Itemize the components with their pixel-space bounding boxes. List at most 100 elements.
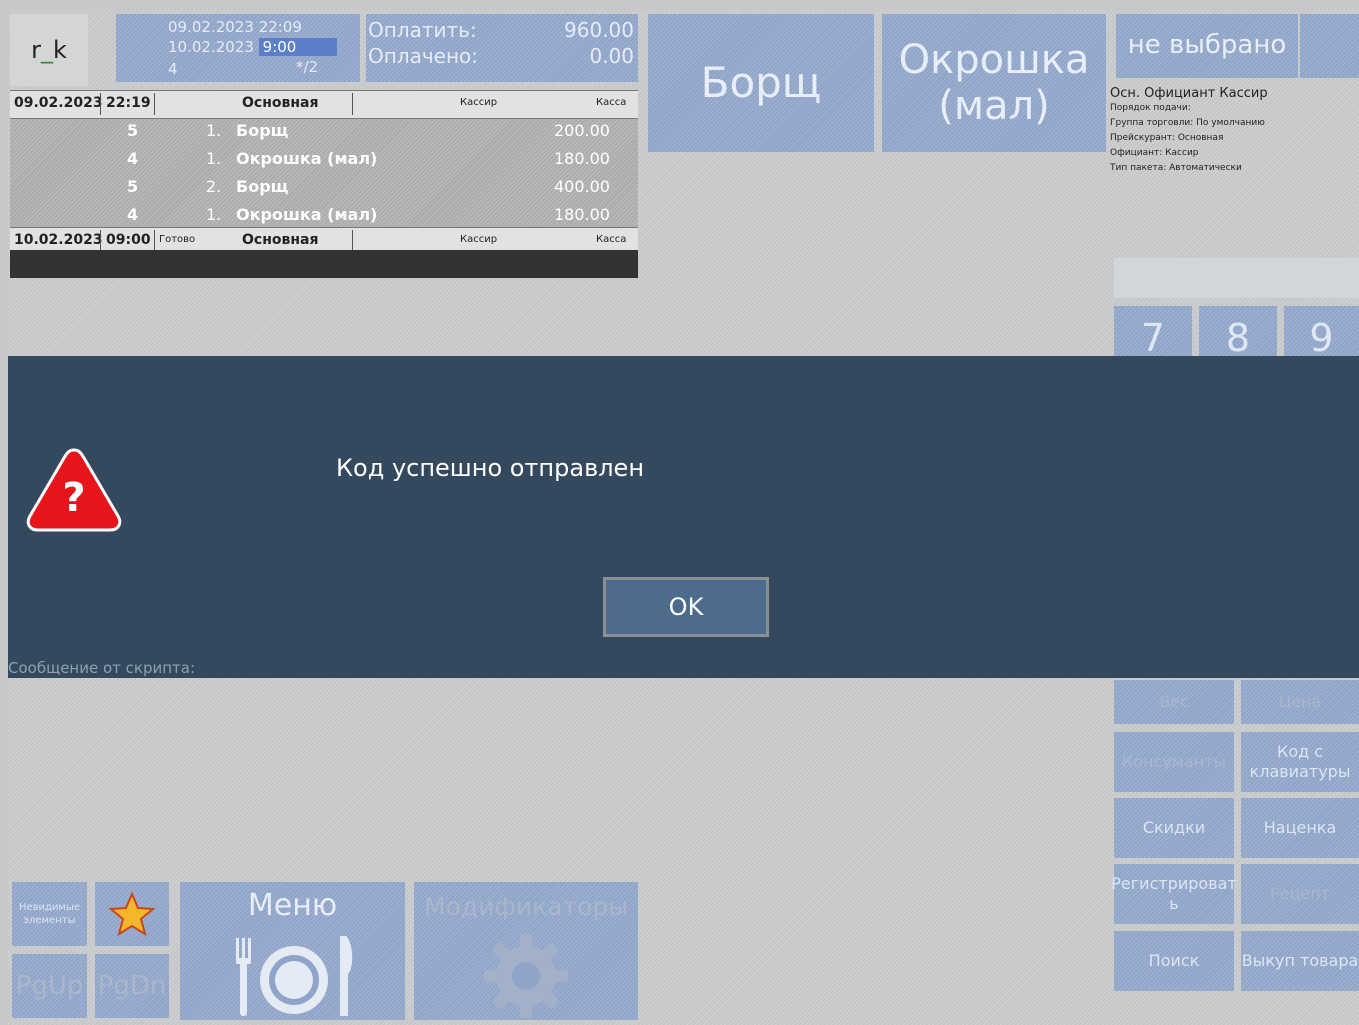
pay-label: Оплатить: xyxy=(368,18,477,42)
button-label-line2: клавиатуры xyxy=(1249,762,1351,781)
item-qty: 1. xyxy=(206,121,222,140)
session-status: Готово xyxy=(159,234,196,245)
item-price: 180.00 xyxy=(554,149,610,168)
button-label: Меню xyxy=(247,888,338,923)
button-label-line1: Невидимые xyxy=(18,902,81,913)
dialog-message: Код успешно отправлен xyxy=(336,454,645,482)
discounts-button[interactable]: Скидки xyxy=(1114,798,1234,858)
info-line: Группа торговли: По умолчанию xyxy=(1110,118,1265,128)
session-menu: Основная xyxy=(242,232,319,248)
order-session-header[interactable]: 09.02.2023 22:19 Основная Кассир Касса xyxy=(10,90,638,119)
star-icon xyxy=(109,891,155,937)
button-label: Рецепт xyxy=(1269,884,1330,903)
weight-button[interactable]: Вес xyxy=(1114,680,1234,724)
price-button[interactable]: Цена xyxy=(1241,680,1359,724)
session-time: 09:00 xyxy=(106,232,151,248)
item-name: Борщ xyxy=(236,177,289,196)
page-down-button[interactable]: PgDn xyxy=(95,954,169,1018)
session-station: Касса xyxy=(596,234,627,245)
item-name: Окрошка (мал) xyxy=(236,149,378,168)
button-label: Консуманты xyxy=(1121,752,1227,771)
order-serve-date-text: 10.02.2023 xyxy=(168,38,259,56)
order-datetime-panel[interactable]: 09.02.2023 22:09 10.02.2023 9:00 4 */2 xyxy=(116,14,360,82)
info-line: Тип пакета: Автоматически xyxy=(1110,163,1242,173)
info-line: Прейскурант: Основная xyxy=(1110,133,1224,143)
table-row[interactable]: 4 1. Окрошка (мал) 180.00 xyxy=(10,201,638,228)
warning-icon: ? xyxy=(24,444,124,534)
page-up-button[interactable]: PgUp xyxy=(12,954,87,1018)
session-time: 22:19 xyxy=(106,95,151,111)
item-name: Борщ xyxy=(236,121,289,140)
script-message-label: Сообщение от скрипта: xyxy=(8,659,196,677)
item-qty: 1. xyxy=(206,149,222,168)
modifiers-button[interactable]: Модификаторы xyxy=(414,882,638,1020)
selector-extra-button[interactable] xyxy=(1300,14,1359,78)
order-open-datetime: 09.02.2023 22:09 xyxy=(168,18,302,36)
dish-button-borsch[interactable]: Борщ xyxy=(648,14,874,152)
item-qty: 1. xyxy=(206,205,222,224)
favorites-button[interactable] xyxy=(95,882,169,946)
button-label: Невидимые элементы xyxy=(19,901,80,927)
item-code: 5 xyxy=(127,177,139,196)
info-line: Порядок подачи: xyxy=(1110,103,1191,113)
item-name: Окрошка (мал) xyxy=(236,205,378,224)
selector-label: не выбрано xyxy=(1127,30,1287,61)
dish-label: Борщ xyxy=(700,57,822,107)
item-code: 4 xyxy=(127,205,139,224)
selector-button[interactable]: не выбрано xyxy=(1116,14,1298,78)
numeric-input-field[interactable] xyxy=(1114,258,1359,298)
table-row[interactable]: 4 1. Окрошка (мал) 180.00 xyxy=(10,145,638,172)
numpad-key-label: 9 xyxy=(1309,316,1334,360)
keyboard-code-button[interactable]: Код с клавиатуры xyxy=(1241,732,1359,792)
numpad-key-9[interactable]: 9 xyxy=(1284,306,1359,360)
recipe-button[interactable]: Рецепт xyxy=(1241,864,1359,924)
button-label: PgDn xyxy=(97,970,167,1001)
logo-text-underscore: _ xyxy=(40,36,53,64)
button-label-line2: элементы xyxy=(23,915,76,926)
gear-icon xyxy=(484,934,568,1018)
session-waiter: Кассир xyxy=(460,234,498,245)
session-waiter: Кассир xyxy=(460,97,498,108)
item-code: 4 xyxy=(127,149,139,168)
table-row[interactable]: 5 2. Борщ 400.00 xyxy=(10,173,638,200)
order-serve-time-input[interactable]: 9:00 xyxy=(258,38,337,56)
button-label-line2: ь xyxy=(1169,894,1179,913)
item-code: 5 xyxy=(127,121,139,140)
dish-label: Окрошка (мал) xyxy=(899,37,1090,129)
numpad-key-7[interactable]: 7 xyxy=(1114,306,1192,360)
buyback-button[interactable]: Выкуп товара xyxy=(1241,931,1359,991)
search-button[interactable]: Поиск xyxy=(1114,931,1234,991)
register-button[interactable]: Регистрироват ь xyxy=(1111,864,1237,924)
button-label-line1: Код с xyxy=(1276,742,1324,761)
button-label: Скидки xyxy=(1142,818,1206,837)
table-row[interactable]: 5 1. Борщ 200.00 xyxy=(10,117,638,144)
button-label: Регистрироват ь xyxy=(1111,874,1236,914)
menu-button[interactable]: Меню xyxy=(180,882,405,1020)
button-label: Код с клавиатуры xyxy=(1250,742,1351,782)
session-date: 10.02.2023 xyxy=(14,232,103,248)
logo: r _ k xyxy=(10,14,88,86)
invisible-elements-button[interactable]: Невидимые элементы xyxy=(12,882,87,946)
info-line: Осн. Официант Кассир xyxy=(1110,86,1268,101)
item-price: 180.00 xyxy=(554,205,610,224)
split-fraction: */2 xyxy=(296,58,319,76)
button-label: Выкуп товара xyxy=(1241,951,1359,970)
order-info-panel: Осн. Официант Кассир Порядок подачи: Гру… xyxy=(1110,86,1359,186)
guest-count: 4 xyxy=(168,60,178,78)
button-label: Наценка xyxy=(1263,818,1337,837)
consumables-button[interactable]: Консуманты xyxy=(1114,732,1234,792)
order-serve-date: 10.02.2023 9:00 xyxy=(168,38,337,56)
dish-button-okroshka[interactable]: Окрошка (мал) xyxy=(882,14,1106,152)
ok-button[interactable]: OK xyxy=(603,577,769,637)
logo-text-suffix: k xyxy=(52,36,67,64)
numpad-key-8[interactable]: 8 xyxy=(1199,306,1277,360)
item-qty: 2. xyxy=(206,177,222,196)
info-line: Официант: Кассир xyxy=(1110,148,1199,158)
button-label: Модификаторы xyxy=(424,892,628,921)
session-station: Касса xyxy=(596,97,627,108)
table-selection-bar[interactable] xyxy=(10,250,638,278)
dish-label-line2: (мал) xyxy=(938,83,1050,129)
logo-text-prefix: r xyxy=(31,36,41,64)
markup-button[interactable]: Наценка xyxy=(1241,798,1359,858)
numpad-key-label: 7 xyxy=(1140,316,1166,360)
